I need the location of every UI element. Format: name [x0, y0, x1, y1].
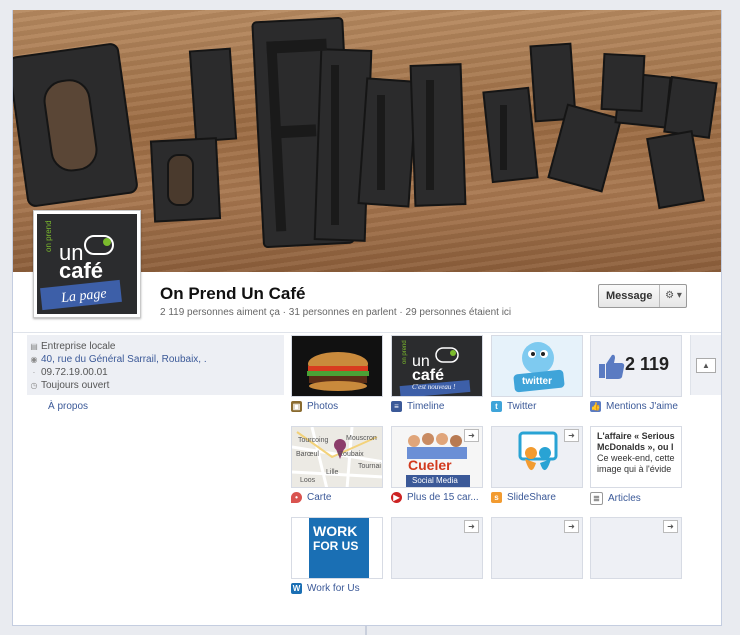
tile-articles-label[interactable]: Articles: [608, 493, 641, 504]
twitter-thumbnail[interactable]: twitter: [491, 335, 583, 397]
twitter-bird-image: [513, 342, 565, 393]
video-thumb-sub: Social Media: [412, 476, 458, 485]
hours-text: Toujours ouvert: [41, 379, 110, 391]
svg-text:café: café: [59, 258, 103, 283]
timeline-icon: ≡: [391, 401, 402, 412]
category-icon: ▤: [30, 341, 38, 351]
likes-count: 2 119: [625, 354, 670, 374]
tile-slideshare-label[interactable]: SlideShare: [507, 492, 556, 503]
empty-slot-2[interactable]: ➜: [491, 517, 583, 579]
tile-work[interactable]: WORK FOR US W Work for Us: [291, 517, 383, 594]
address-link[interactable]: 40, rue du Général Sarrail, Roubaix, .: [41, 354, 207, 365]
photos-icon: ▣: [291, 401, 302, 412]
page-title[interactable]: On Prend Un Café: [160, 284, 305, 304]
tile-twitter[interactable]: twitter t Twitter: [491, 335, 583, 412]
add-arrow-icon[interactable]: ➜: [464, 520, 479, 533]
phone-icon: ·: [32, 367, 36, 377]
tile-photos[interactable]: ▣ Photos: [291, 335, 383, 412]
tile-articles[interactable]: L'affaire « Serious McDonalds », ou l Ce…: [590, 426, 682, 505]
add-arrow-icon[interactable]: ➜: [564, 429, 579, 442]
timeline-thumbnail[interactable]: on prend un café C'est nouveau !: [391, 335, 483, 397]
tile-timeline[interactable]: on prend un café C'est nouveau ! ≡ Timel…: [391, 335, 483, 412]
article-line-3: Ce week-end, cette: [597, 453, 675, 463]
tile-twitter-label[interactable]: Twitter: [507, 401, 536, 412]
photos-thumbnail[interactable]: [291, 335, 383, 397]
map-label-roubaix: Roubaix: [338, 451, 364, 458]
tile-map-label[interactable]: Carte: [307, 492, 331, 503]
page-card: on prend un café La page On Prend Un Caf…: [12, 10, 722, 626]
map-label-tourcoing: Tourcoing: [298, 437, 329, 444]
message-button-label[interactable]: Message: [599, 285, 661, 307]
article-line-2: McDonalds », ou l: [597, 442, 674, 452]
thumbs-up-large-icon: [599, 354, 625, 379]
empty-slot-1[interactable]: ➜: [391, 517, 483, 579]
article-line-1: L'affaire « Serious: [597, 431, 675, 441]
about-link[interactable]: À propos: [48, 401, 88, 412]
tile-likes[interactable]: 2 119 👍 Mentions J'aime: [590, 335, 682, 412]
message-button[interactable]: Message ⚙ ▾: [598, 284, 688, 308]
map-label-tournai: Tournai: [358, 463, 381, 470]
notes-icon: ≣: [590, 492, 603, 505]
tile-map[interactable]: Tourcoing Mouscron Barœul Roubaix Lille …: [291, 426, 383, 503]
timeline-banner-text: C'est nouveau !: [412, 383, 456, 391]
burger-image: [307, 352, 369, 391]
phone-text: 09.72.19.00.01: [41, 366, 108, 378]
map-label-lille: Lille: [326, 469, 339, 476]
empty-slot-thumb[interactable]: ➜: [491, 517, 583, 579]
timeline-spine: [365, 626, 367, 635]
svg-text:on prend: on prend: [44, 220, 53, 252]
work-thumb-line1: WORK: [313, 523, 358, 539]
empty-slot-thumb[interactable]: ➜: [590, 517, 682, 579]
tile-photos-label[interactable]: Photos: [307, 401, 338, 412]
twitter-icon: t: [491, 401, 502, 412]
svg-text:café: café: [412, 367, 444, 384]
work-banner: WORK FOR US: [309, 518, 369, 578]
slideshare-thumbnail[interactable]: ➜: [491, 426, 583, 488]
tile-timeline-label[interactable]: Timeline: [407, 401, 444, 412]
work-thumbnail[interactable]: WORK FOR US: [291, 517, 383, 579]
clock-icon: ◷: [30, 380, 38, 390]
cafe-logo: on prend un café La page: [37, 214, 137, 314]
likes-thumbnail[interactable]: 2 119: [590, 335, 682, 397]
slideshare-icon: s: [491, 492, 502, 503]
tile-likes-label[interactable]: Mentions J'aime: [606, 401, 678, 412]
info-box: ▤ Entreprise locale ◉ 40, rue du Général…: [27, 335, 284, 395]
video-thumbnail[interactable]: Cueler Social Media ➜: [391, 426, 483, 488]
work-icon: W: [291, 583, 302, 594]
map-thumbnail[interactable]: Tourcoing Mouscron Barœul Roubaix Lille …: [291, 426, 383, 488]
category-text: Entreprise locale: [41, 340, 116, 352]
video-thumb-title: Cueler: [408, 457, 452, 473]
empty-slot-3[interactable]: ➜: [590, 517, 682, 579]
empty-slot-thumb[interactable]: ➜: [391, 517, 483, 579]
tile-video[interactable]: Cueler Social Media ➜ ▶ Plus de 15 car..…: [391, 426, 483, 503]
profile-picture[interactable]: on prend un café La page: [33, 210, 141, 318]
map-label-loos: Loos: [300, 477, 316, 484]
add-arrow-icon[interactable]: ➜: [663, 520, 678, 533]
collapse-button[interactable]: ▲: [690, 335, 721, 395]
svg-text:on prend: on prend: [402, 340, 408, 364]
video-icon: ▶: [391, 492, 402, 503]
tile-video-label[interactable]: Plus de 15 car...: [407, 492, 479, 503]
add-arrow-icon[interactable]: ➜: [564, 520, 579, 533]
map-label-mouscron: Mouscron: [346, 435, 377, 442]
location-icon: ◉: [30, 354, 38, 364]
article-line-4: image qui à l'évide: [597, 464, 672, 474]
articles-thumbnail[interactable]: L'affaire « Serious McDonalds », ou l Ce…: [590, 426, 682, 488]
map-pin-icon: •: [291, 492, 302, 503]
header-divider: [13, 332, 721, 333]
tile-slideshare[interactable]: ➜ s SlideShare: [491, 426, 583, 503]
tile-work-label[interactable]: Work for Us: [307, 583, 360, 594]
map-label-baroeul: Barœul: [296, 451, 319, 458]
add-arrow-icon[interactable]: ➜: [464, 429, 479, 442]
twitter-thumb-text: twitter: [522, 376, 552, 387]
thumbs-up-icon: 👍: [590, 401, 601, 412]
chevron-up-icon[interactable]: ▲: [696, 358, 716, 373]
gear-dropdown-icon[interactable]: ⚙ ▾: [660, 285, 686, 307]
work-thumb-line2: FOR US: [313, 539, 359, 553]
page-stats: 2 119 personnes aiment ça · 31 personnes…: [160, 307, 512, 318]
